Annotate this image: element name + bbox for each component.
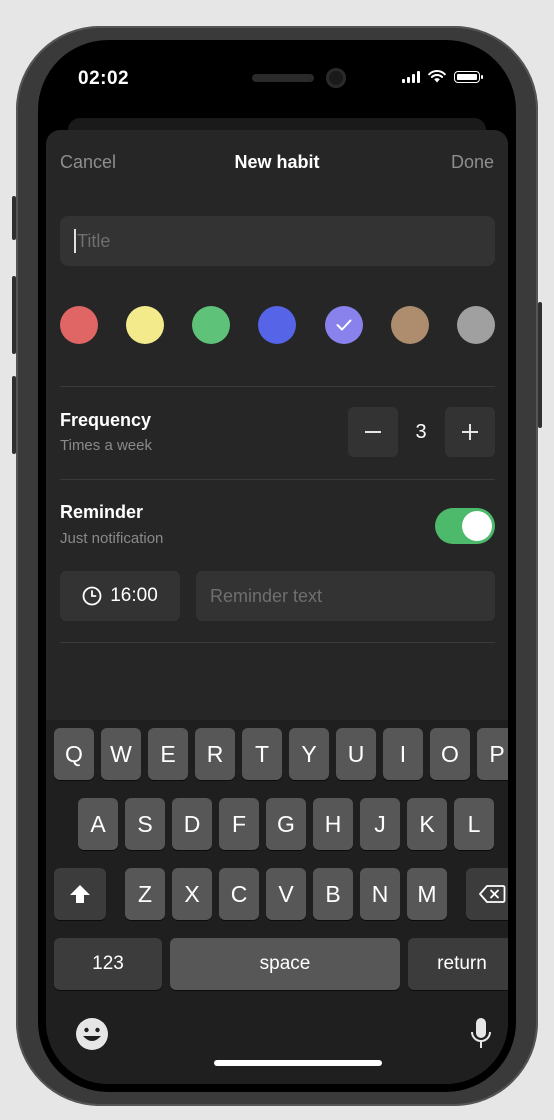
key-g[interactable]: G <box>266 798 306 850</box>
phone-bezel: 02:02 Cancel New habit Done Title Freque… <box>38 40 516 1092</box>
key-i[interactable]: I <box>383 728 423 780</box>
page-title: New habit <box>234 152 320 172</box>
key-z[interactable]: Z <box>125 868 165 920</box>
return-key[interactable]: return <box>408 938 508 990</box>
key-j[interactable]: J <box>360 798 400 850</box>
shift-icon <box>70 885 90 903</box>
key-e[interactable]: E <box>148 728 188 780</box>
space-key[interactable]: space <box>170 938 400 990</box>
key-a[interactable]: A <box>78 798 118 850</box>
key-x[interactable]: X <box>172 868 212 920</box>
key-p[interactable]: P <box>477 728 508 780</box>
microphone-icon[interactable] <box>470 1016 492 1052</box>
color-swatch-gray[interactable] <box>456 306 495 344</box>
divider <box>60 386 495 387</box>
key-y[interactable]: Y <box>289 728 329 780</box>
key-q[interactable]: Q <box>54 728 94 780</box>
key-f[interactable]: F <box>219 798 259 850</box>
numbers-key[interactable]: 123 <box>54 938 162 990</box>
key-k[interactable]: K <box>407 798 447 850</box>
color-swatch-green[interactable] <box>192 306 231 344</box>
key-r[interactable]: R <box>195 728 235 780</box>
shift-key[interactable] <box>54 868 106 920</box>
reminder-title: Reminder <box>60 502 144 522</box>
plus-icon <box>462 424 478 440</box>
clock-icon <box>82 586 102 606</box>
key-m[interactable]: M <box>407 868 447 920</box>
front-camera <box>326 68 346 88</box>
power-button <box>538 302 542 428</box>
volume-up-button <box>12 276 16 354</box>
nav-bar: Cancel New habit Done <box>46 130 508 194</box>
volume-down-button <box>12 376 16 454</box>
key-h[interactable]: H <box>313 798 353 850</box>
color-swatch-purple[interactable] <box>324 306 363 344</box>
emoji-icon[interactable] <box>74 1016 110 1052</box>
status-icons <box>402 70 483 83</box>
reminder-toggle[interactable] <box>435 508 495 544</box>
reminder-time: 16:00 <box>110 585 158 606</box>
checkmark-icon <box>336 319 352 331</box>
battery-icon <box>454 71 483 83</box>
key-d[interactable]: D <box>172 798 212 850</box>
key-c[interactable]: C <box>219 868 259 920</box>
key-w[interactable]: W <box>101 728 141 780</box>
delete-key[interactable] <box>466 868 508 920</box>
key-l[interactable]: L <box>454 798 494 850</box>
frequency-title: Frequency <box>60 410 152 430</box>
divider <box>60 479 495 480</box>
increment-button[interactable] <box>445 407 495 457</box>
status-time: 02:02 <box>78 68 130 89</box>
mute-switch <box>12 196 16 240</box>
reminder-subtitle: Just notification <box>60 530 164 547</box>
color-swatch-blue[interactable] <box>258 306 297 344</box>
key-t[interactable]: T <box>242 728 282 780</box>
reminder-time-button[interactable]: 16:00 <box>60 571 180 621</box>
frequency-value: 3 <box>415 421 427 443</box>
key-s[interactable]: S <box>125 798 165 850</box>
phone-frame: 02:02 Cancel New habit Done Title Freque… <box>12 26 542 1106</box>
key-o[interactable]: O <box>430 728 470 780</box>
key-v[interactable]: V <box>266 868 306 920</box>
title-field[interactable] <box>60 216 495 266</box>
wifi-icon <box>428 70 446 83</box>
speaker <box>252 74 314 82</box>
done-button[interactable]: Done <box>451 152 494 173</box>
title-input[interactable] <box>76 230 457 252</box>
screen: 02:02 Cancel New habit Done Title Freque… <box>46 48 508 1084</box>
color-picker <box>60 306 495 346</box>
cellular-signal-icon <box>402 71 420 83</box>
backspace-icon <box>479 885 506 903</box>
key-b[interactable]: B <box>313 868 353 920</box>
color-swatch-red[interactable] <box>60 306 98 344</box>
key-n[interactable]: N <box>360 868 400 920</box>
keyboard: 123 space return QWERTYUIOP ASDFGHJKL ZXCV… <box>46 720 508 1084</box>
notch <box>156 48 398 104</box>
decrement-button[interactable] <box>348 407 398 457</box>
toggle-knob <box>462 511 492 541</box>
color-swatch-brown[interactable] <box>390 306 429 344</box>
divider <box>60 642 495 643</box>
color-swatch-yellow[interactable] <box>126 306 165 344</box>
reminder-text-field[interactable] <box>196 571 495 621</box>
reminder-text-input[interactable] <box>210 585 480 607</box>
key-u[interactable]: U <box>336 728 376 780</box>
minus-icon <box>365 431 381 433</box>
home-indicator <box>214 1060 382 1066</box>
frequency-subtitle: Times a week <box>60 437 152 454</box>
